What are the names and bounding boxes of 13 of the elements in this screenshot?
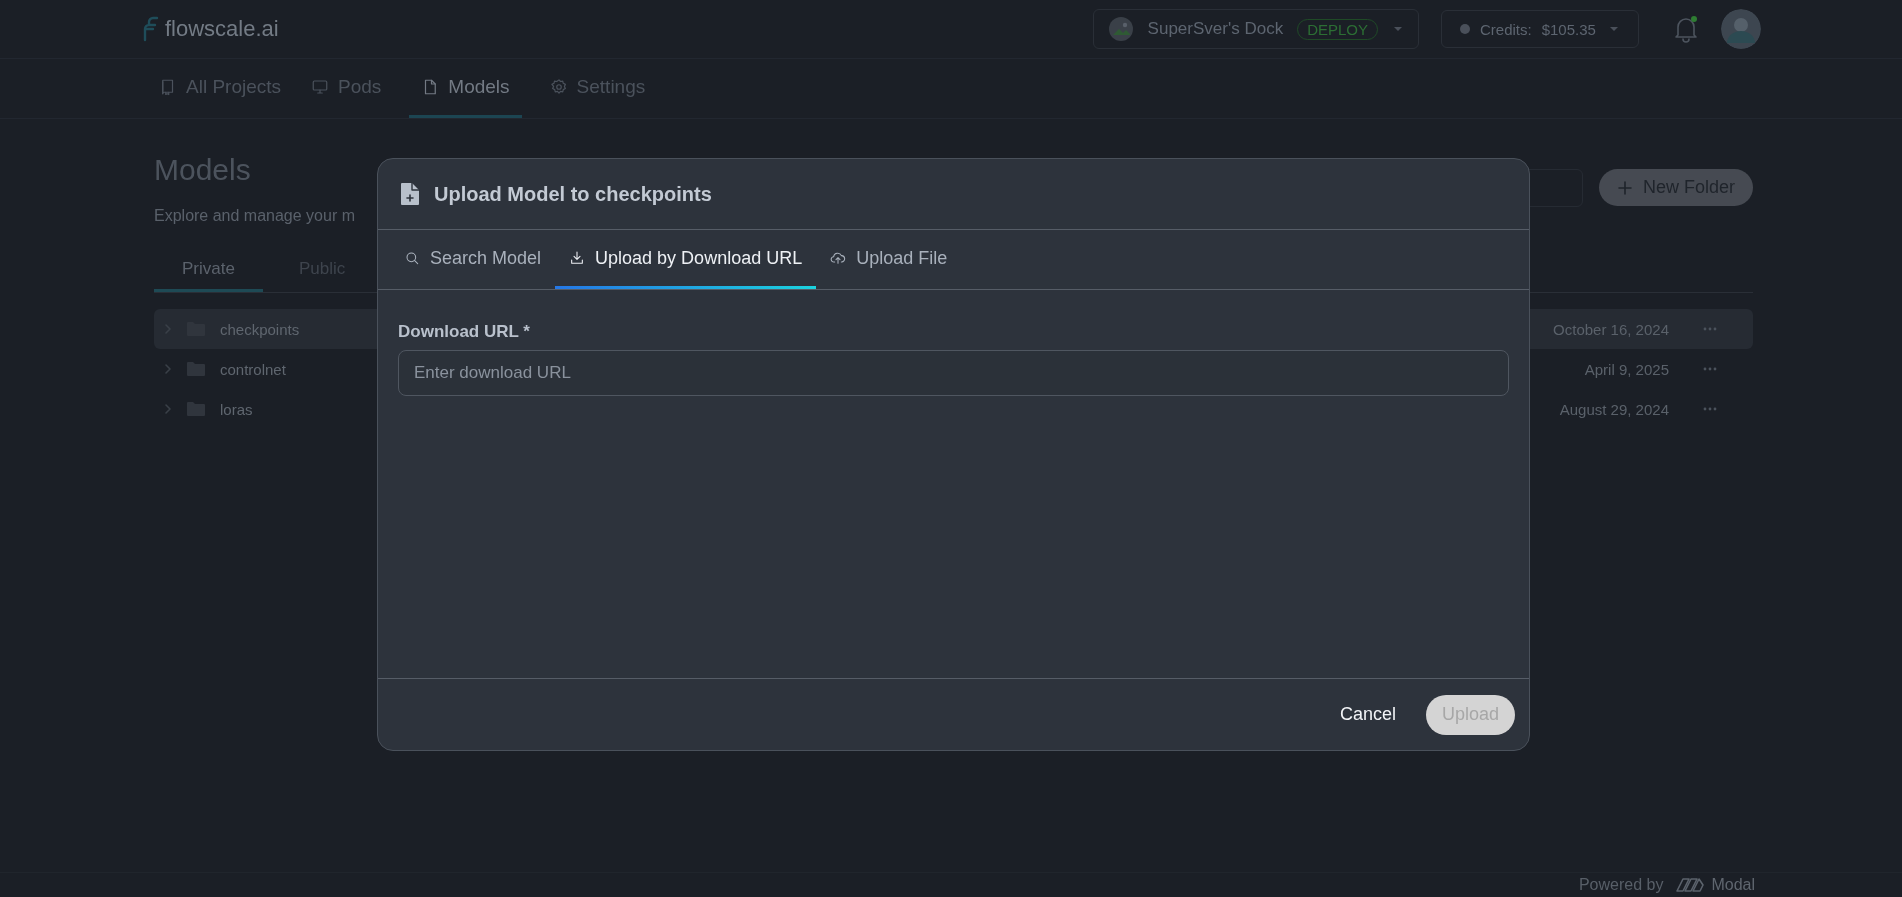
brand-name: Modal	[1711, 876, 1755, 894]
dialog-title: Upload Model to checkpoints	[434, 182, 712, 206]
folder-date: April 9, 2025	[1584, 360, 1669, 378]
folder-name: checkpoints	[220, 320, 300, 338]
page-subtitle: Explore and manage your m	[154, 207, 355, 225]
folder-date: August 29, 2024	[1559, 400, 1669, 418]
workspace-name: SuperSver's Dock	[1147, 19, 1284, 39]
powered-by-text: Powered by	[1578, 876, 1664, 894]
credits-amount: $105.35	[1541, 20, 1596, 38]
folder-name: loras	[220, 400, 253, 418]
field-label: Download URL *	[398, 322, 531, 342]
credits-label: Credits:	[1480, 20, 1532, 38]
folder-name: controlnet	[220, 360, 286, 378]
